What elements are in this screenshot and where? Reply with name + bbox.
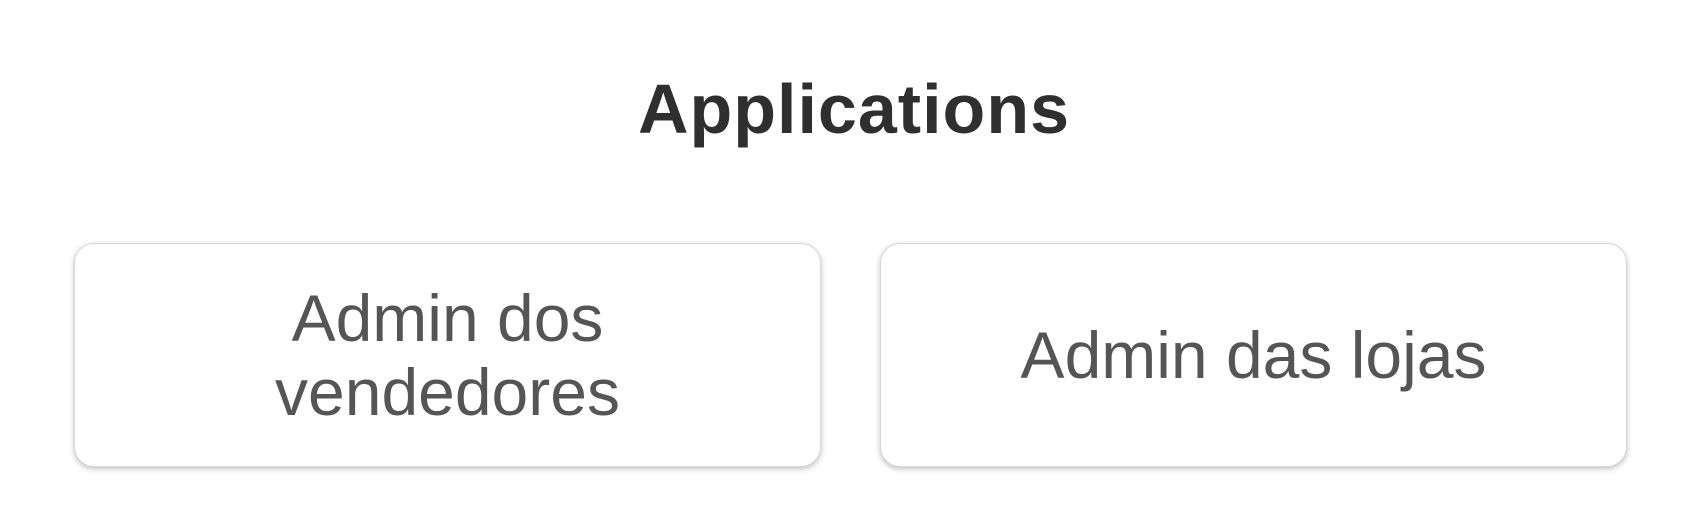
app-card-admin-dos-vendedores[interactable]: Admin dos vendedores xyxy=(74,243,821,467)
app-card-admin-das-lojas[interactable]: Admin das lojas xyxy=(880,243,1627,467)
app-card-label: Admin dos vendedores xyxy=(275,281,620,429)
page-title: Applications xyxy=(637,69,1071,148)
applications-page: Applications Admin dos vendedores Admin … xyxy=(0,0,1708,518)
app-card-label: Admin das lojas xyxy=(1020,318,1487,392)
